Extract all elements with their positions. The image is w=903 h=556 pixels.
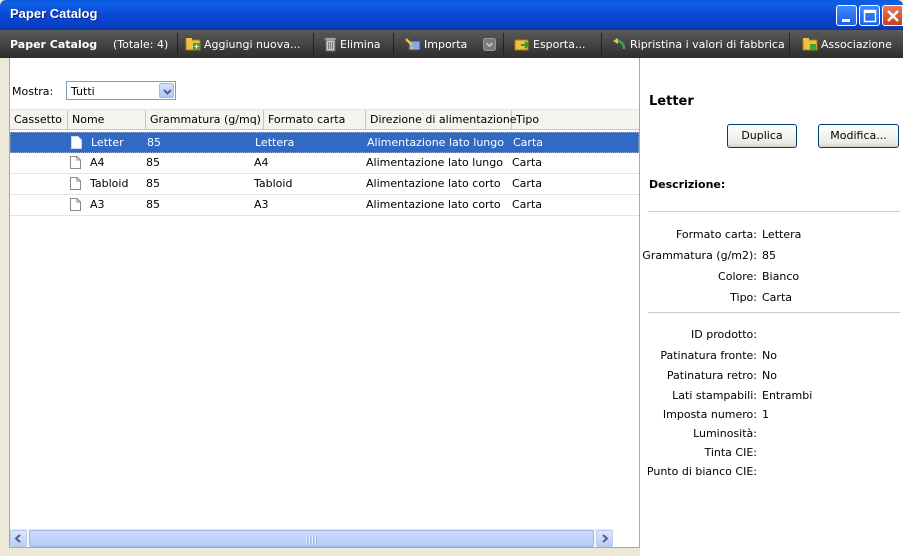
prop-tinta-cie: Tinta CIE: (704, 446, 757, 459)
duplicate-button[interactable]: Duplica (727, 124, 797, 148)
total-count: (Totale: 4) (113, 37, 169, 51)
cell-direzione: Alimentazione lato corto (366, 198, 501, 211)
restore-defaults-button[interactable]: Ripristina i valori di fabbrica (612, 30, 785, 58)
cell-tipo: Carta (512, 198, 542, 211)
import-label: Importa (424, 37, 468, 51)
association-folder-icon (802, 38, 818, 51)
filter-label: Mostra: (12, 85, 54, 98)
cell-formato: Tabloid (254, 177, 293, 190)
import-dropdown-button[interactable] (483, 30, 496, 58)
chevron-down-icon (483, 37, 496, 51)
scroll-right-button[interactable] (596, 530, 613, 547)
filter-dropdown-button[interactable] (159, 83, 174, 98)
filter-select[interactable]: Tutti (66, 81, 176, 100)
description-label: Descrizione: (649, 178, 726, 191)
title-bar: Paper Catalog (0, 0, 903, 30)
cell-nome: A4 (90, 156, 105, 169)
table-row[interactable]: Tabloid 85 Tabloid Alimentazione lato co… (10, 174, 639, 195)
association-label: Associazione (821, 37, 892, 51)
prop-formato-carta: Formato carta: Lettera (675, 228, 802, 241)
prop-colore: Colore: Bianco (718, 270, 800, 283)
prop-punto-bianco-cie: Punto di bianco CIE: (646, 465, 757, 478)
minimize-button[interactable] (836, 5, 857, 26)
cell-tipo: Carta (512, 177, 542, 190)
details-panel: Letter Duplica Modifica... Descrizione: … (640, 58, 903, 556)
cell-tipo: Carta (513, 136, 543, 149)
cell-nome: Tabloid (90, 177, 129, 190)
maximize-icon (863, 9, 877, 23)
cell-direzione: Alimentazione lato corto (366, 177, 501, 190)
column-header-direzione[interactable]: Direzione di alimentazione (366, 110, 517, 130)
add-new-button[interactable]: Aggiungi nuova... (185, 30, 300, 58)
table-row[interactable]: A4 85 A4 Alimentazione lato lungo Carta (10, 153, 639, 174)
details-title: Letter (649, 94, 694, 109)
modify-button[interactable]: Modifica... (818, 124, 899, 148)
prop-patinatura-fronte: Patinatura fronte: No (660, 349, 777, 362)
import-icon (405, 38, 421, 51)
export-icon (514, 39, 530, 51)
filter-value: Tutti (71, 85, 95, 98)
prop-grammatura: Grammatura (g/m2): 85 (642, 249, 776, 262)
delete-label: Elimina (340, 37, 381, 51)
cell-formato: A3 (254, 198, 269, 211)
cell-grammatura: 85 (146, 177, 160, 190)
document-icon (70, 198, 81, 211)
restore-arrow-icon (613, 38, 626, 50)
toolbar: Paper Catalog (Totale: 4) Aggiungi nuova… (0, 30, 903, 58)
column-header-formato[interactable]: Formato carta (264, 110, 366, 130)
prop-id-prodotto: ID prodotto: (691, 328, 757, 341)
cell-formato: A4 (254, 156, 269, 169)
export-label: Esporta... (533, 37, 586, 51)
prop-lati-stampabili: Lati stampabili: Entrambi (672, 389, 813, 402)
cell-tipo: Carta (512, 156, 542, 169)
document-icon (70, 156, 81, 169)
cell-grammatura: 85 (147, 136, 161, 149)
delete-button[interactable]: Elimina (324, 30, 381, 58)
restore-defaults-label: Ripristina i valori di fabbrica (630, 37, 785, 51)
prop-luminosita: Luminosità: (693, 427, 757, 440)
document-icon (71, 136, 82, 149)
chevron-left-icon (14, 534, 21, 543)
cell-nome: Letter (91, 136, 124, 149)
chevron-right-icon (602, 534, 609, 543)
column-header-grammatura[interactable]: Grammatura (g/mq) (146, 110, 264, 130)
association-button[interactable]: Associazione (802, 30, 892, 58)
import-button[interactable]: Importa (404, 30, 467, 58)
cell-formato: Lettera (255, 136, 295, 149)
cell-direzione: Alimentazione lato lungo (366, 156, 503, 169)
scroll-left-button[interactable] (10, 530, 27, 547)
horizontal-scrollbar[interactable] (10, 529, 613, 547)
document-icon (70, 177, 81, 190)
add-folder-icon (185, 38, 201, 51)
trash-icon (324, 37, 337, 51)
window-title: Paper Catalog (10, 6, 98, 21)
prop-imposta-numero: Imposta numero: 1 (662, 408, 769, 421)
cell-nome: A3 (90, 198, 105, 211)
prop-tipo: Tipo: Carta (730, 291, 792, 304)
scrollbar-thumb[interactable] (29, 530, 594, 547)
column-header-cassetto[interactable]: Cassetto (10, 110, 68, 130)
export-button[interactable]: Esporta... (514, 30, 585, 58)
cell-grammatura: 85 (146, 156, 160, 169)
cell-grammatura: 85 (146, 198, 160, 211)
minimize-icon (842, 19, 850, 22)
catalog-label: Paper Catalog (10, 37, 98, 51)
table-header: Cassetto Nome Grammatura (g/mq) Formato … (10, 109, 639, 130)
close-icon (887, 10, 899, 22)
maximize-button[interactable] (859, 5, 880, 26)
table-row[interactable]: Letter 85 Lettera Alimentazione lato lun… (10, 132, 639, 153)
add-new-label: Aggiungi nuova... (204, 37, 301, 51)
close-button[interactable] (882, 5, 903, 26)
column-header-nome[interactable]: Nome (68, 110, 146, 130)
column-header-tipo[interactable]: Tipo (512, 110, 639, 130)
chevron-down-icon (163, 89, 172, 95)
cell-direzione: Alimentazione lato lungo (367, 136, 504, 149)
prop-patinatura-retro: Patinatura retro: No (666, 369, 777, 382)
table-row[interactable]: A3 85 A3 Alimentazione lato corto Carta (10, 195, 639, 216)
